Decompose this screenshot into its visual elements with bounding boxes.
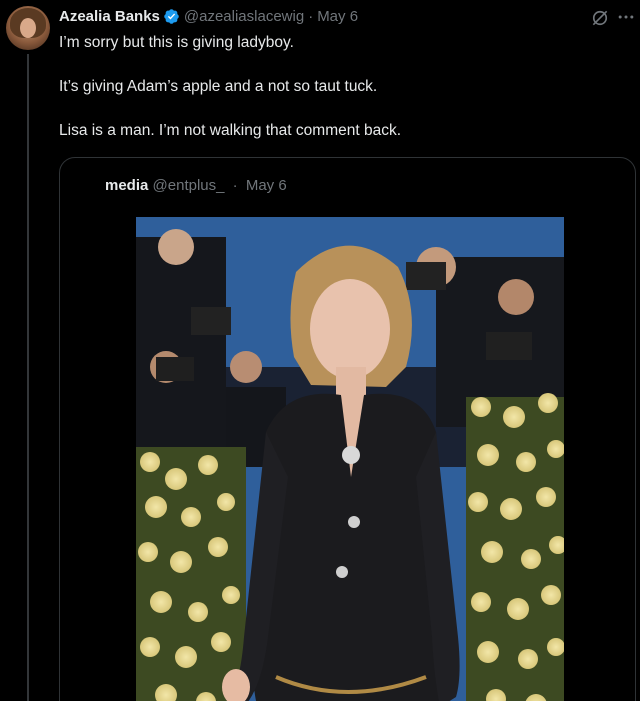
separator-dot: ·	[232, 177, 238, 194]
author-handle[interactable]: @azealiaslacewig	[184, 8, 304, 25]
tweet-text-line: I’m sorry but this is giving ladyboy.	[59, 34, 294, 51]
quoted-tweet[interactable]: media @entplus_ · May 6	[59, 157, 636, 701]
quote-date[interactable]: May 6	[246, 177, 287, 194]
avatar-face	[20, 18, 36, 38]
quoted-photo[interactable]	[136, 217, 564, 701]
tweet[interactable]: Azealia Banks @azealiaslacewig · May 6 I…	[0, 0, 640, 701]
separator-dot: ·	[308, 8, 314, 25]
quote-author-name[interactable]: media	[105, 177, 148, 194]
author-name[interactable]: Azealia Banks	[59, 8, 160, 25]
more-options-icon[interactable]	[616, 7, 636, 27]
quote-header: media @entplus_ · May 6	[105, 177, 287, 194]
thread-line	[27, 54, 29, 701]
tweet-text-line: It’s giving Adam’s apple and a not so ta…	[59, 78, 378, 95]
grok-icon[interactable]	[590, 8, 610, 28]
author-avatar[interactable]	[6, 6, 50, 50]
tweet-date[interactable]: May 6	[317, 8, 358, 25]
quote-author-handle[interactable]: @entplus_	[153, 177, 225, 194]
tweet-text-line: Lisa is a man. I’m not walking that comm…	[59, 122, 402, 139]
tweet-text: I’m sorry but this is giving ladyboy. It…	[59, 32, 629, 164]
verified-badge-icon	[163, 8, 180, 25]
tweet-header: Azealia Banks @azealiaslacewig · May 6	[59, 8, 358, 25]
